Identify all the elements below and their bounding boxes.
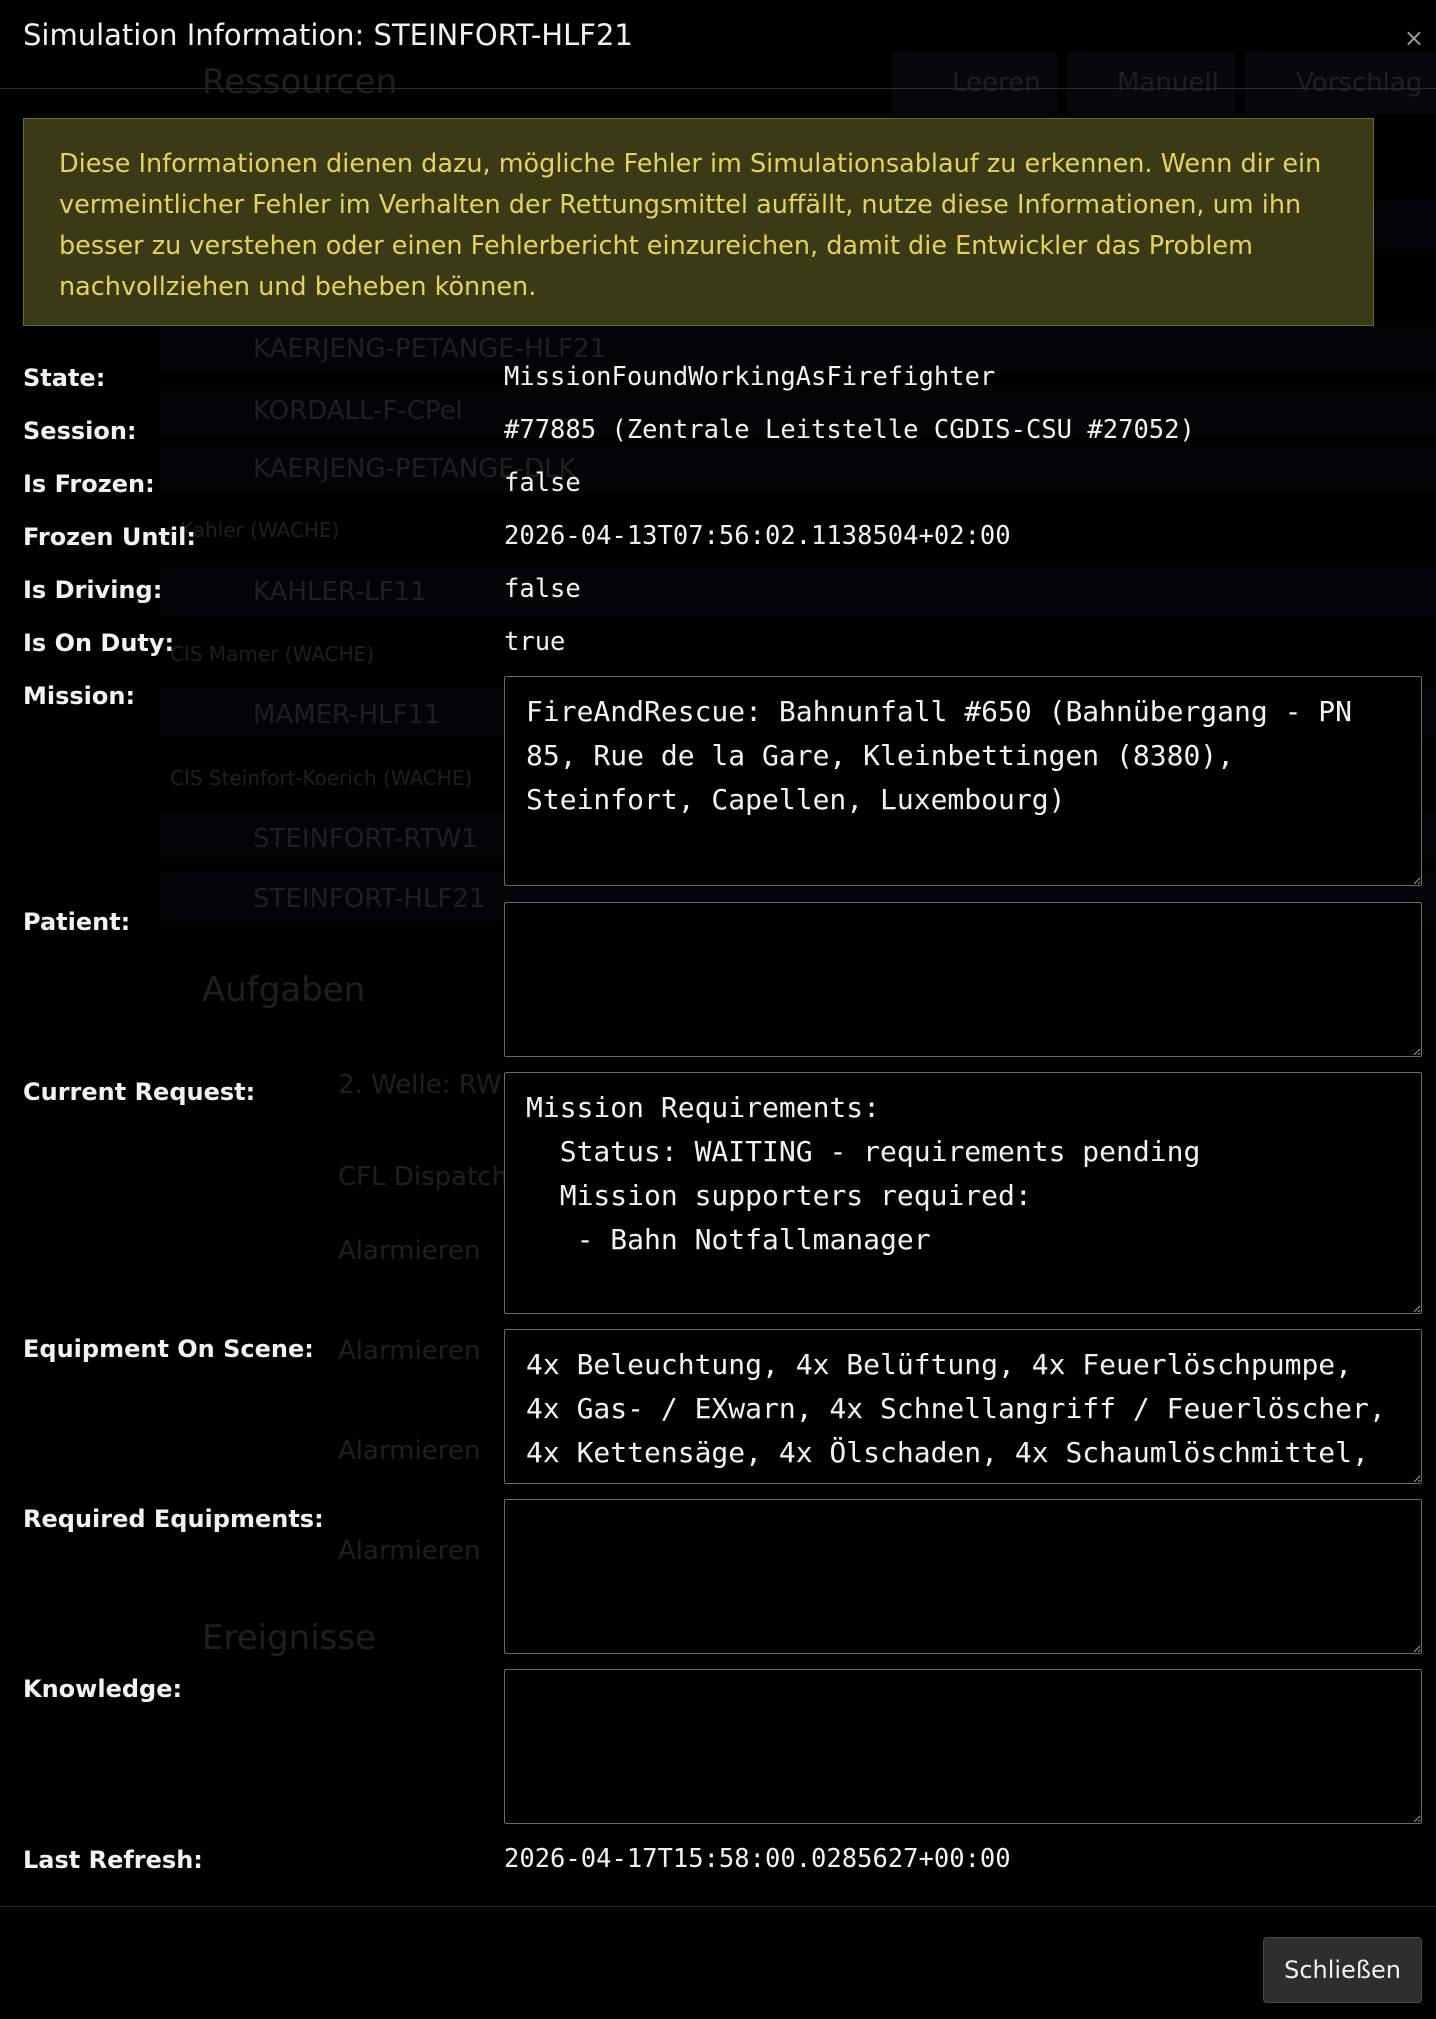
is-driving-label: Is Driving: (23, 576, 163, 604)
session-label: Session: (23, 417, 137, 445)
patient-label: Patient: (23, 908, 131, 936)
mission-textarea[interactable]: FireAndRescue: Bahnunfall #650 (Bahnüber… (504, 676, 1422, 886)
frozen-until-label: Frozen Until: (23, 523, 196, 551)
state-value: MissionFoundWorkingAsFirefighter (504, 362, 996, 392)
is-driving-value: false (504, 574, 581, 604)
is-frozen-value: false (504, 468, 581, 498)
equipment-on-scene-label: Equipment On Scene: (23, 1335, 314, 1363)
last-refresh-label: Last Refresh: (23, 1846, 203, 1874)
knowledge-label: Knowledge: (23, 1675, 183, 1703)
info-alert: Diese Informationen dienen dazu, möglich… (23, 118, 1374, 326)
simulation-info-modal: Simulation Information: STEINFORT-HLF21 … (0, 0, 1436, 2018)
modal-footer: Schließen (0, 1906, 1436, 2019)
last-refresh-value: 2026-04-17T15:58:00.0285627+00:00 (504, 1844, 1011, 1874)
required-equipments-label: Required Equipments: (23, 1505, 324, 1533)
required-equipments-textarea[interactable] (504, 1499, 1422, 1654)
close-icon[interactable]: × (1404, 24, 1424, 52)
current-request-textarea[interactable]: Mission Requirements: Status: WAITING - … (504, 1072, 1422, 1314)
is-on-duty-label: Is On Duty: (23, 629, 175, 657)
session-value: #77885 (Zentrale Leitstelle CGDIS-CSU #2… (504, 415, 1195, 445)
equipment-on-scene-textarea[interactable]: 4x Beleuchtung, 4x Belüftung, 4x Feuerlö… (504, 1329, 1422, 1484)
close-button[interactable]: Schließen (1263, 1937, 1422, 2003)
modal-title: Simulation Information: STEINFORT-HLF21 (23, 18, 633, 52)
current-request-label: Current Request: (23, 1078, 256, 1106)
mission-label: Mission: (23, 682, 136, 710)
knowledge-textarea[interactable] (504, 1669, 1422, 1824)
state-label: State: (23, 364, 106, 392)
is-frozen-label: Is Frozen: (23, 470, 155, 498)
modal-header: Simulation Information: STEINFORT-HLF21 … (0, 0, 1436, 89)
is-on-duty-value: true (504, 627, 566, 657)
patient-textarea[interactable] (504, 902, 1422, 1057)
frozen-until-value: 2026-04-13T07:56:02.1138504+02:00 (504, 521, 1011, 551)
